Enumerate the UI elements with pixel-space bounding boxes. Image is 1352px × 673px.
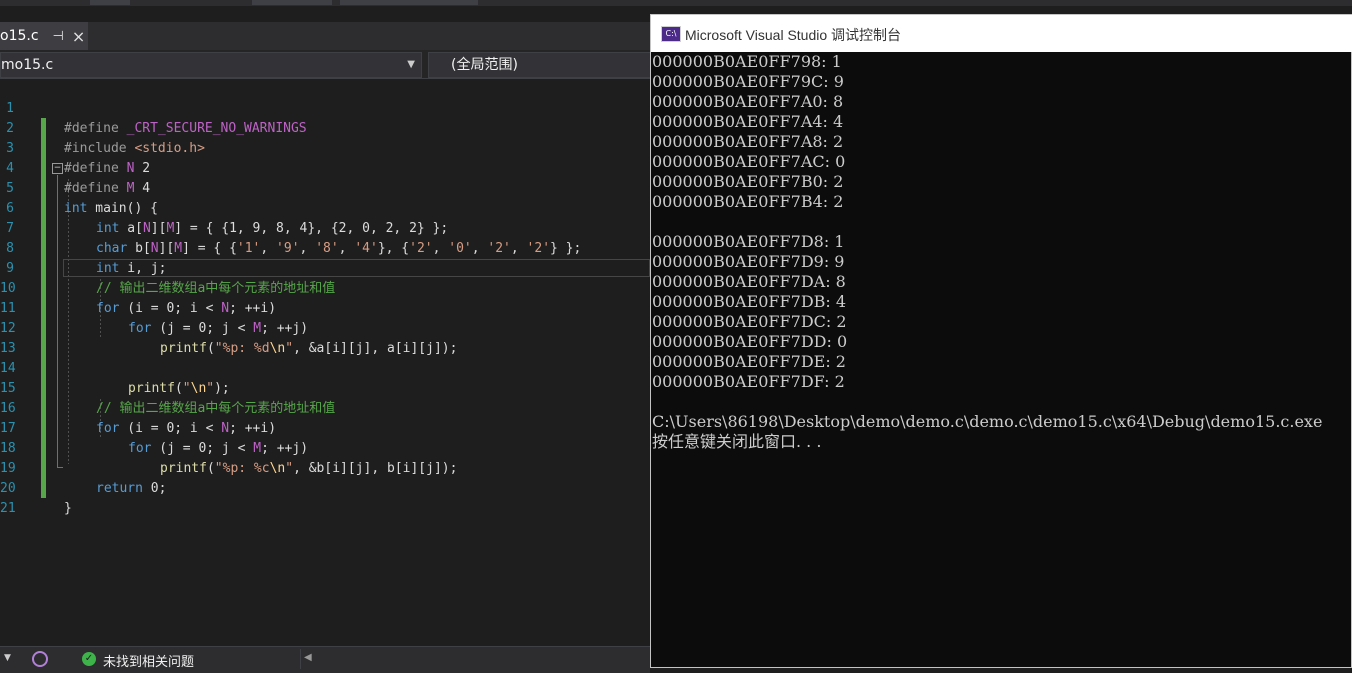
chevron-down-icon: ▼ xyxy=(407,59,415,70)
console-line: 000000B0AE0FF7D8: 1 xyxy=(652,232,845,251)
navigation-bar: mo15.c ▼ (全局范围) xyxy=(0,50,652,79)
document-tab-bar: o15.c ⊣ × xyxy=(0,22,650,50)
console-output[interactable]: 000000B0AE0FF798: 1 000000B0AE0FF79C: 9 … xyxy=(651,52,1352,667)
console-line: 000000B0AE0FF7DA: 8 xyxy=(652,272,846,291)
file-scope-dropdown[interactable]: mo15.c ▼ xyxy=(0,52,422,78)
console-line: C:\Users\86198\Desktop\demo\demo.c\demo.… xyxy=(652,412,1323,431)
toolbar-button-stub[interactable] xyxy=(90,0,130,5)
code-token: } xyxy=(64,501,72,516)
chevron-down-icon[interactable]: ▼ xyxy=(4,653,11,663)
console-line: 000000B0AE0FF7B0: 2 xyxy=(652,172,844,191)
global-scope-label: (全局范围) xyxy=(451,57,518,73)
code-line-13: 13 xyxy=(0,319,650,356)
tab-demo15[interactable]: o15.c ⊣ × xyxy=(0,22,88,50)
code-line-5: 5 int main() { xyxy=(0,159,650,216)
code-line-11: 11 for (j = 0; j < M; ++j) xyxy=(0,279,650,336)
console-line: 000000B0AE0FF7DE: 2 xyxy=(652,352,846,371)
pin-icon[interactable]: ⊣ xyxy=(53,29,64,44)
code-line-16: 16 for (i = 0; i < N; ++i) xyxy=(0,379,650,436)
main-toolbar-strip xyxy=(0,0,1352,6)
console-title: Microsoft Visual Studio 调试控制台 xyxy=(685,27,902,43)
toolbar-dropdown-stub[interactable] xyxy=(340,0,478,5)
console-title-bar[interactable]: C:\ Microsoft Visual Studio 调试控制台 xyxy=(651,15,1352,52)
line-source: } xyxy=(64,499,72,519)
console-line: 000000B0AE0FF7DB: 4 xyxy=(652,292,847,311)
scroll-left-icon[interactable]: ◀ xyxy=(304,652,312,663)
code-line-6: 6 int a[N][M] = { {1, 9, 8, 4}, {2, 0, 2… xyxy=(0,179,650,236)
console-line: 按任意键关闭此窗口. . . xyxy=(652,432,822,451)
console-line: 000000B0AE0FF7AC: 0 xyxy=(652,152,846,171)
issues-status[interactable]: 未找到相关问题 xyxy=(103,651,194,670)
file-scope-label: mo15.c xyxy=(1,57,54,73)
console-line: 000000B0AE0FF7A4: 4 xyxy=(652,112,844,131)
code-line-14: 14 printf("\n"); xyxy=(0,339,650,396)
console-line: 000000B0AE0FF7DD: 0 xyxy=(652,332,848,351)
code-line-1: 1 #define _CRT_SECURE_NO_WARNINGS xyxy=(0,79,650,136)
console-line: 000000B0AE0FF79C: 9 xyxy=(652,72,844,91)
horizontal-scrollbar[interactable] xyxy=(300,649,651,669)
code-line-2: 2 #include <stdio.h> xyxy=(0,99,650,156)
tab-title: o15.c xyxy=(0,28,39,44)
console-line: 000000B0AE0FF7D9: 9 xyxy=(652,252,845,271)
editor-status-bar: ▼ ✓ 未找到相关问题 ◀ xyxy=(0,646,650,673)
code-line-12: 12 printf("%p: %d\n", &a[i][j], a[i][j])… xyxy=(0,299,650,356)
console-app-icon: C:\ xyxy=(661,26,681,42)
line-number: 21 xyxy=(0,501,16,516)
code-line-3: 3 #define N 2 xyxy=(0,119,650,176)
code-line-15: 15 // 输出二维数组a中每个元素的地址和值 xyxy=(0,359,650,416)
toolbar-dropdown-stub[interactable] xyxy=(252,0,332,5)
code-line-7: 7 char b[N][M] = { {'1', '9', '8', '4'},… xyxy=(0,199,650,256)
console-line: 000000B0AE0FF7A8: 2 xyxy=(652,132,844,151)
code-line-4: 4 #define M 4 xyxy=(0,139,650,196)
code-line-21: 21 xyxy=(0,479,650,516)
console-line: 000000B0AE0FF798: 1 xyxy=(652,52,842,71)
code-line-9: 9 // 输出二维数组a中每个元素的地址和值 xyxy=(0,239,650,296)
console-line: 000000B0AE0FF7A0: 8 xyxy=(652,92,844,111)
console-line: 000000B0AE0FF7DC: 2 xyxy=(652,312,847,331)
code-editor[interactable]: − 1 #define _CRT_SECURE_NO_WARNINGS 2 #i… xyxy=(0,79,650,645)
code-line-17: 17 for (j = 0; j < M; ++j) xyxy=(0,399,650,456)
global-scope-dropdown[interactable]: (全局范围) xyxy=(428,52,652,78)
code-line-10: 10 for (i = 0; i < N; ++i) xyxy=(0,259,650,316)
intellicode-icon[interactable] xyxy=(32,651,48,667)
code-line-19: 19 return 0; xyxy=(0,439,650,496)
close-icon[interactable]: × xyxy=(72,27,85,46)
check-circle-icon: ✓ xyxy=(82,652,96,666)
code-line-8: 8 int i, j; xyxy=(0,219,650,276)
debug-console-window[interactable]: C:\ Microsoft Visual Studio 调试控制台 000000… xyxy=(650,14,1352,668)
console-line: 000000B0AE0FF7B4: 2 xyxy=(652,192,844,211)
code-line-18: 18 printf("%p: %c\n", &b[i][j], b[i][j])… xyxy=(0,419,650,476)
code-line-20: 20 } xyxy=(0,459,650,516)
console-line: 000000B0AE0FF7DF: 2 xyxy=(652,372,845,391)
